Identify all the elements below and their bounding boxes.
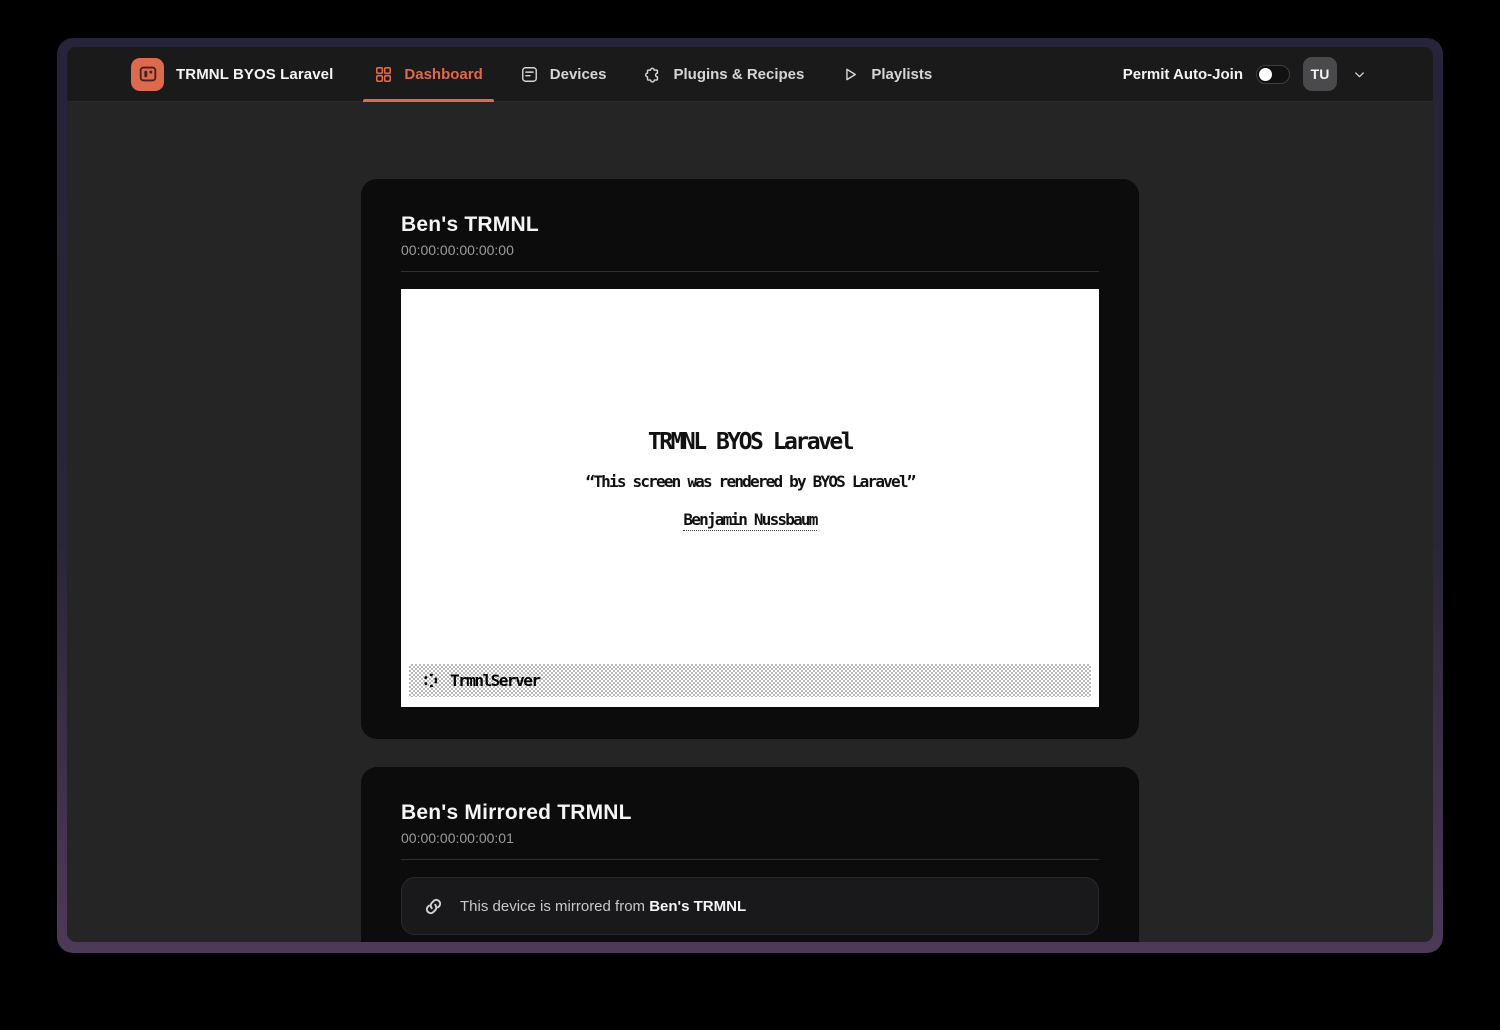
navbar-right: Permit Auto-Join TU [1123,57,1369,91]
navbar-inner: TRMNL BYOS Laravel Dashboard [110,47,1390,101]
chevron-down-icon[interactable] [1350,65,1369,84]
device-card-bens-trmnl: Ben's TRMNL 00:00:00:00:00:00 TRMNL BYOS… [361,179,1139,739]
nav-item-label: Dashboard [404,66,482,83]
device-card-bens-mirrored-trmnl: Ben's Mirrored TRMNL 00:00:00:00:00:01 T… [361,767,1139,942]
card-divider [401,271,1099,272]
devices-icon [520,65,539,84]
card-divider [401,859,1099,860]
screen-author-link: Benjamin Nussbaum [683,510,816,531]
mirror-note: This device is mirrored from Ben's TRMNL [401,877,1099,935]
mirror-note-prefix: This device is mirrored from [460,898,649,915]
permit-auto-join-toggle[interactable] [1256,65,1290,84]
user-avatar[interactable]: TU [1303,57,1337,91]
device-mac-address: 00:00:00:00:00:01 [401,830,1099,846]
link-icon [422,895,445,918]
device-name: Ben's Mirrored TRMNL [401,801,1099,825]
toggle-knob [1259,68,1272,81]
device-screen-preview: TRMNL BYOS Laravel “This screen was rend… [401,289,1099,707]
nav-item-devices[interactable]: Devices [509,47,618,102]
app-window: TRMNL BYOS Laravel Dashboard [67,47,1433,942]
trmnl-logo-icon [131,58,164,91]
brand-title: TRMNL BYOS Laravel [176,66,333,83]
nav-item-dashboard[interactable]: Dashboard [363,47,493,102]
mirror-note-source: Ben's TRMNL [649,898,746,915]
device-mac-address: 00:00:00:00:00:00 [401,242,1099,258]
nav-item-label: Devices [550,66,607,83]
play-icon [841,65,860,84]
device-name: Ben's TRMNL [401,213,1099,237]
screen-title: TRMNL BYOS Laravel [401,289,1099,455]
spinner-icon [421,671,440,690]
puzzle-icon [643,65,662,84]
mirror-note-text: This device is mirrored from Ben's TRMNL [460,898,746,915]
dashboard-content: Ben's TRMNL 00:00:00:00:00:00 TRMNL BYOS… [67,102,1433,942]
screen-status-label: TrmnlServer [450,671,539,690]
brand[interactable]: TRMNL BYOS Laravel [131,58,333,91]
nav-item-plugins-recipes[interactable]: Plugins & Recipes [632,47,815,102]
screen-status-bar: TrmnlServer [409,664,1091,697]
nav-item-playlists[interactable]: Playlists [830,47,943,102]
nav-item-label: Plugins & Recipes [673,66,804,83]
nav-item-label: Playlists [871,66,932,83]
dashboard-grid-icon [374,65,393,84]
screen-quote: “This screen was rendered by BYOS Larave… [401,472,1099,491]
app-window-frame: TRMNL BYOS Laravel Dashboard [57,38,1443,953]
permit-auto-join-label: Permit Auto-Join [1123,66,1243,83]
top-navbar: TRMNL BYOS Laravel Dashboard [67,47,1433,102]
